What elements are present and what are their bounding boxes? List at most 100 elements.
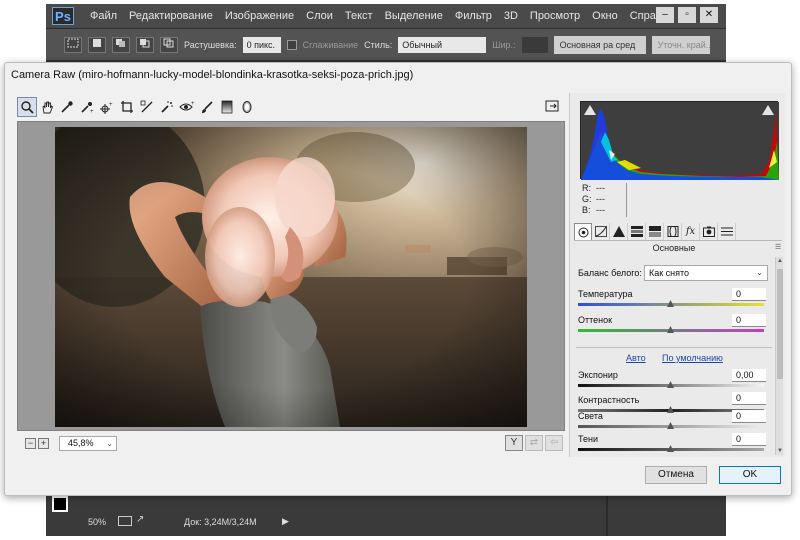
shadows-slider[interactable]: Тени 0 <box>578 433 770 460</box>
dialog-title: Camera Raw (miro-hofmann-lucky-model-blo… <box>11 69 414 81</box>
adjustment-brush-tool-icon[interactable] <box>197 97 217 117</box>
menu-select[interactable]: Выделение <box>379 10 449 22</box>
basic-panel-body: Баланс белого: Как снято ⌄ Температура 0… <box>576 261 772 455</box>
feather-label: Растушевка: <box>184 39 237 50</box>
menu-view[interactable]: Просмотр <box>524 10 586 22</box>
maximize-button[interactable]: ▫ <box>678 7 696 23</box>
shadows-input[interactable]: 0 <box>732 433 766 446</box>
tab-hsl[interactable] <box>628 223 646 240</box>
default-link[interactable]: По умолчанию <box>662 353 723 363</box>
white-balance-select[interactable]: Как снято ⌄ <box>644 265 768 281</box>
new-selection-icon[interactable] <box>88 36 106 53</box>
rgb-divider <box>626 183 627 217</box>
ps-menubar: Ps Файл Редактирование Изображение Слои … <box>46 4 726 28</box>
zoom-out-button[interactable]: − <box>25 437 36 449</box>
menu-image[interactable]: Изображение <box>219 10 300 22</box>
histogram <box>580 101 779 180</box>
temperature-knob[interactable] <box>667 300 674 307</box>
zoom-level-select[interactable]: 45,8% ⌄ <box>59 435 117 451</box>
tab-split-toning[interactable] <box>646 223 664 240</box>
tint-knob[interactable] <box>667 326 674 333</box>
intersect-selection-icon[interactable] <box>160 36 178 53</box>
tab-presets[interactable] <box>718 223 736 240</box>
foreground-color-swatch[interactable] <box>52 496 68 512</box>
ok-button[interactable]: OK <box>719 466 781 484</box>
feather-input[interactable]: 0 пикс. <box>242 36 281 53</box>
status-menu-arrow-icon[interactable]: ▶ <box>282 516 289 527</box>
temperature-input[interactable]: 0 <box>732 288 766 301</box>
width-input[interactable] <box>521 36 548 53</box>
scroll-thumb[interactable] <box>777 269 783 379</box>
white-balance-label: Баланс белого: <box>578 268 642 278</box>
copy-settings-icon[interactable]: ⇦ <box>545 435 563 451</box>
tab-effects[interactable]: fx <box>682 223 700 240</box>
straighten-tool-icon[interactable] <box>137 97 157 117</box>
menu-layers[interactable]: Слои <box>300 10 339 22</box>
crop-tool-icon[interactable] <box>117 97 137 117</box>
tab-detail[interactable] <box>610 223 628 240</box>
contrast-label: Контрастность <box>578 395 640 405</box>
white-balance-row: Баланс белого: Как снято ⌄ <box>578 265 770 281</box>
menu-window[interactable]: Окно <box>586 10 624 22</box>
exposure-input[interactable]: 0,00 <box>732 369 766 382</box>
panel-tabs: fx <box>574 223 782 241</box>
red-eye-tool-icon[interactable]: + <box>177 97 197 117</box>
scroll-up-icon[interactable]: ▲ <box>776 257 784 265</box>
fullscreen-toggle-icon[interactable] <box>543 97 561 115</box>
radial-filter-tool-icon[interactable] <box>237 97 257 117</box>
spot-removal-tool-icon[interactable] <box>157 97 177 117</box>
shadow-clipping-warning-icon[interactable] <box>584 105 596 115</box>
share-icon: ↗ <box>136 514 145 525</box>
tab-lens-corrections[interactable] <box>664 223 682 240</box>
exposure-knob[interactable] <box>667 381 674 388</box>
temperature-label: Температура <box>578 289 633 299</box>
menu-type[interactable]: Текст <box>339 10 379 22</box>
zoom-level-value: 45,8% <box>68 437 94 448</box>
svg-text:+: + <box>191 101 195 107</box>
menu-3d[interactable]: 3D <box>498 10 524 22</box>
close-button[interactable]: ✕ <box>700 7 718 23</box>
menu-filter[interactable]: Фильтр <box>449 10 498 22</box>
preview-area[interactable] <box>17 121 565 431</box>
tint-input[interactable]: 0 <box>732 314 766 327</box>
adjustments-panel: R: --- G: --- B: --- fx Основные ☰ ▲ ▼ Б… <box>569 93 785 457</box>
subtract-selection-icon[interactable] <box>136 36 154 53</box>
tab-tone-curve[interactable] <box>592 223 610 240</box>
cancel-button[interactable]: Отмена <box>645 466 707 484</box>
svg-text:+: + <box>90 109 94 114</box>
zoom-in-button[interactable]: + <box>38 437 49 449</box>
highlights-knob[interactable] <box>667 422 674 429</box>
hand-tool-icon[interactable] <box>37 97 57 117</box>
ps-zoom-readout[interactable]: 50% <box>88 517 106 527</box>
zoom-tool-icon[interactable] <box>17 97 37 117</box>
panel-scrollbar[interactable]: ▲ ▼ <box>775 257 783 455</box>
antialias-checkbox[interactable] <box>286 39 297 50</box>
graduated-filter-tool-icon[interactable] <box>217 97 237 117</box>
refine-edge-button[interactable]: Уточн. край... <box>651 35 710 54</box>
select-and-mask-button[interactable]: Основная ра сред <box>553 35 646 54</box>
style-select[interactable]: Обычный <box>398 36 487 53</box>
highlights-input[interactable]: 0 <box>732 410 766 423</box>
temperature-slider[interactable]: Температура 0 <box>578 288 770 315</box>
tab-camera-calibration[interactable] <box>700 223 718 240</box>
marquee-preset-icon[interactable] <box>64 36 82 53</box>
preview-view-buttons: Y ⇄ ⇦ <box>505 435 563 451</box>
shadows-knob[interactable] <box>667 445 674 452</box>
auto-link[interactable]: Авто <box>626 353 646 363</box>
scroll-down-icon[interactable]: ▼ <box>776 447 784 455</box>
tab-basic[interactable] <box>574 223 592 240</box>
swap-before-after-icon[interactable]: ⇄ <box>525 435 543 451</box>
highlight-clipping-warning-icon[interactable] <box>762 105 774 115</box>
menu-file[interactable]: Файл <box>84 10 123 22</box>
contrast-input[interactable]: 0 <box>732 392 766 405</box>
tint-slider[interactable]: Оттенок 0 <box>578 314 770 341</box>
white-balance-tool-icon[interactable] <box>57 97 77 117</box>
minimize-button[interactable]: ‒ <box>656 7 674 23</box>
menu-edit[interactable]: Редактирование <box>123 10 219 22</box>
add-selection-icon[interactable] <box>112 36 130 53</box>
panel-menu-icon[interactable]: ☰ <box>775 244 783 252</box>
targeted-adjustment-tool-icon[interactable]: + <box>97 97 117 117</box>
before-after-toggle-icon[interactable]: Y <box>505 435 523 451</box>
cr-toolbar: + + + <box>17 96 565 118</box>
color-sampler-tool-icon[interactable]: + <box>77 97 97 117</box>
